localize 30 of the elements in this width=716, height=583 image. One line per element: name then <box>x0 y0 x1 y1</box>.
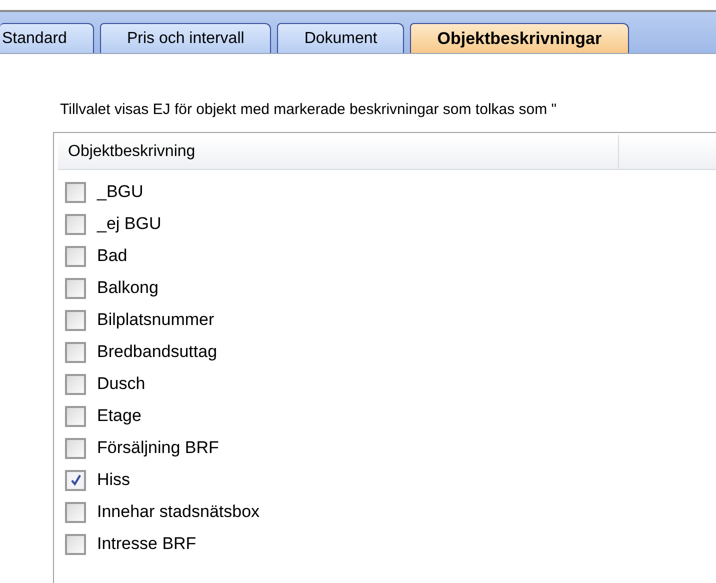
row-label: Etage <box>97 406 142 426</box>
row-label: Innehar stadsnätsbox <box>97 502 260 522</box>
row-label: Dusch <box>97 374 146 394</box>
row-label: Hiss <box>97 470 130 490</box>
checkbox[interactable] <box>65 310 86 330</box>
row-label: _BGU <box>97 182 144 202</box>
checkbox[interactable] <box>65 214 86 234</box>
row-label: Balkong <box>97 278 158 298</box>
row-label: Bad <box>97 246 128 266</box>
row-label: Bilplatsnummer <box>97 310 214 330</box>
checkbox[interactable] <box>65 246 86 266</box>
checkbox[interactable] <box>65 470 86 490</box>
row-label: _ej BGU <box>97 214 162 234</box>
checkbox[interactable] <box>65 406 86 426</box>
tab[interactable]: Pris och intervall <box>100 23 272 53</box>
row-label: Försäljning BRF <box>97 438 219 458</box>
checkbox[interactable] <box>65 374 86 394</box>
checkbox[interactable] <box>65 278 86 298</box>
row-label: Bredbandsuttag <box>97 342 218 362</box>
row-label: Intresse BRF <box>97 534 196 554</box>
checkbox[interactable] <box>65 182 86 202</box>
checkbox[interactable] <box>65 534 86 554</box>
checkmark-icon <box>68 473 82 487</box>
instruction-text: Tillvalet visas EJ för objekt med markerade beskrivningar som tolkas som " <box>60 101 558 118</box>
checkbox[interactable] <box>65 342 86 362</box>
tab[interactable]: Dokument <box>277 23 404 53</box>
tab[interactable]: Objektbeskrivningar <box>410 23 629 53</box>
checkbox[interactable] <box>65 438 86 458</box>
checkbox[interactable] <box>65 502 86 522</box>
tab[interactable]: Standard <box>0 23 94 53</box>
